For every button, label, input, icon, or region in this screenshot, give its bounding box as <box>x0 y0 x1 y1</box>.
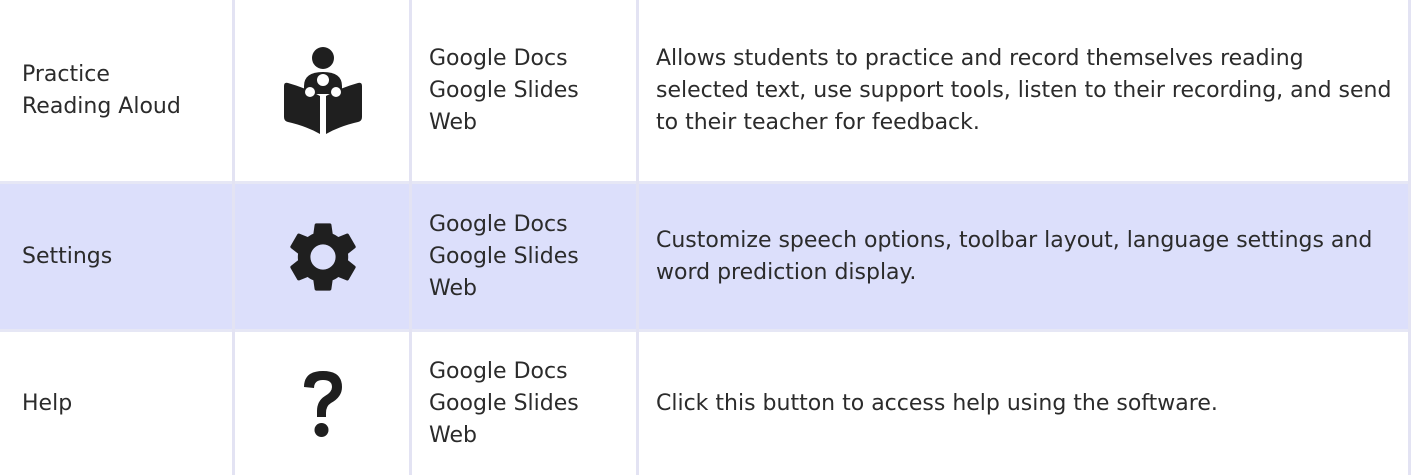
description-cell: Customize speech options, toolbar layout… <box>656 184 1396 329</box>
description-cell: Click this button to access help using t… <box>656 332 1396 475</box>
feature-name-line: Reading Aloud <box>22 93 181 119</box>
description-cell: Allows students to practice and record t… <box>656 0 1396 181</box>
feature-description: Click this button to access help using t… <box>656 390 1218 416</box>
column-divider <box>409 0 412 475</box>
table-row: Settings Google Docs Google Slides Web C… <box>0 184 1408 329</box>
table-row: Help Google Docs Google Slides Web Click… <box>0 332 1408 475</box>
feature-table: Practice Reading Aloud Google Docs Googl… <box>0 0 1414 475</box>
platform-label: Web <box>429 275 477 301</box>
column-divider <box>1408 0 1411 475</box>
reading-person-icon <box>280 46 366 136</box>
platform-label: Web <box>429 109 477 135</box>
table-row: Practice Reading Aloud Google Docs Googl… <box>0 0 1408 181</box>
platforms-cell: Google Docs Google Slides Web <box>429 184 634 329</box>
feature-name: Settings <box>22 243 113 269</box>
feature-description: Customize speech options, toolbar layout… <box>656 227 1373 285</box>
platform-label: Google Slides <box>429 390 579 416</box>
platform-label: Google Slides <box>429 77 579 103</box>
platform-label: Google Slides <box>429 243 579 269</box>
platform-label: Google Docs <box>429 211 568 237</box>
feature-description: Allows students to practice and record t… <box>656 45 1392 135</box>
feature-name-cell: Help <box>22 332 227 475</box>
feature-name-line: Practice <box>22 61 110 87</box>
feature-name: Help <box>22 390 73 416</box>
question-mark-icon <box>298 367 348 441</box>
feature-name-cell: Settings <box>22 184 227 329</box>
feature-icon-cell <box>238 332 408 475</box>
feature-icon-cell <box>238 184 408 329</box>
platform-label: Web <box>429 422 477 448</box>
platform-label: Google Docs <box>429 358 568 384</box>
feature-icon-cell <box>238 0 408 181</box>
platform-label: Google Docs <box>429 45 568 71</box>
gear-icon <box>281 215 365 299</box>
platforms-cell: Google Docs Google Slides Web <box>429 0 634 181</box>
column-divider <box>636 0 639 475</box>
platforms-cell: Google Docs Google Slides Web <box>429 332 634 475</box>
column-divider <box>232 0 235 475</box>
feature-name-cell: Practice Reading Aloud <box>22 0 227 181</box>
